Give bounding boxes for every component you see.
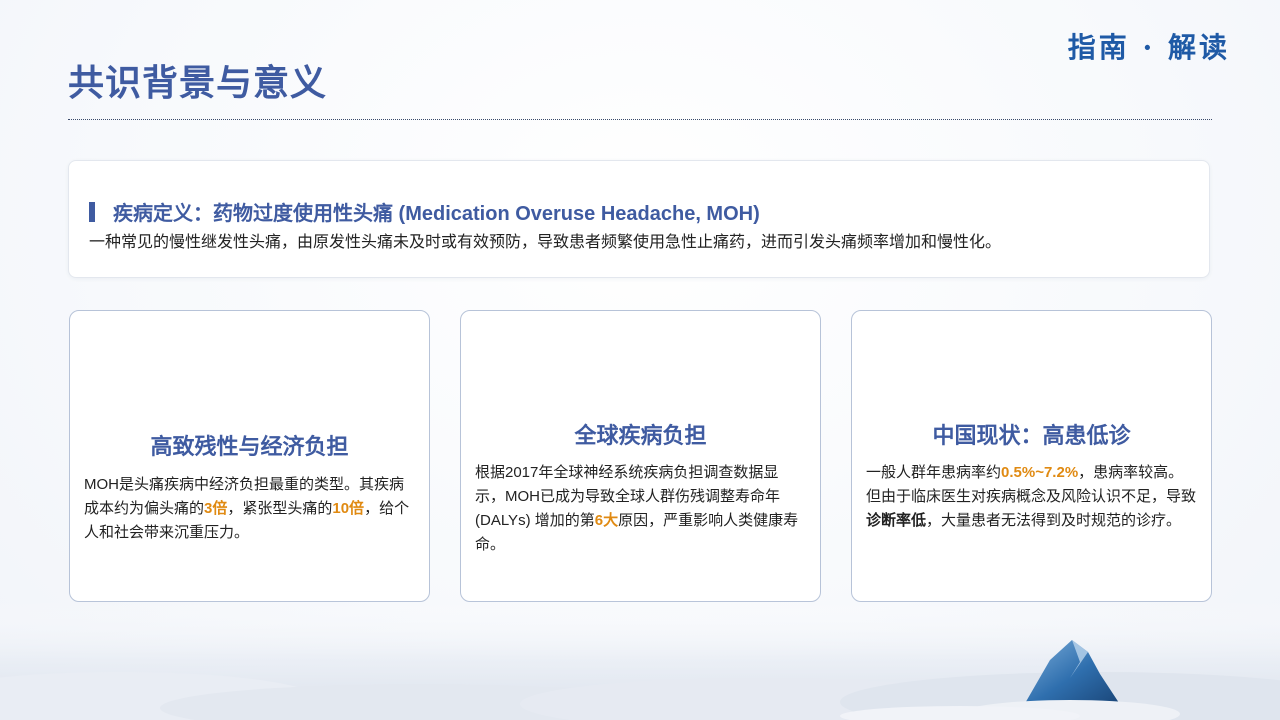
card-china-status: 中国现状：高患低诊 一般人群年患病率约0.5%~7.2%，患病率较高。但由于临床… (851, 310, 1212, 602)
card-highlight: 诊断率低 (866, 512, 927, 529)
card-highlight: 0.5%~7.2% (1001, 464, 1079, 481)
card-body-text: ，大量患者无法得到及时规范的诊疗。 (926, 512, 1182, 529)
card-title: 高致残性与经济负担 (150, 434, 349, 459)
card-disability-burden: 高致残性与经济负担 MOH是头痛疾病中经济负担最重的类型。其疾病成本约为偏头痛的… (69, 310, 430, 602)
card-title: 全球疾病负担 (574, 423, 707, 448)
definition-heading: 疾病定义：药物过度使用性头痛 (Medication Overuse Heada… (89, 197, 760, 226)
brand-logo-text: 指南 · 解读 (1067, 31, 1230, 64)
definition-text: 一种常见的慢性继发性头痛，由原发性头痛未及时或有效预防，导致患者频繁使用急性止痛… (89, 234, 1002, 251)
definition-box: 疾病定义：药物过度使用性头痛 (Medication Overuse Heada… (68, 160, 1210, 278)
card-highlight: 6大 (594, 512, 619, 529)
card-highlight: 3倍 (204, 500, 228, 517)
card-global-burden: 全球疾病负担 根据2017年全球神经系统疾病负担调查数据显示，MOH已成为导致全… (460, 310, 821, 602)
cloud-sea-illustration (0, 600, 1280, 720)
card-body-text: ，紧张型头痛的 (227, 500, 333, 517)
card-body-text: 一般人群年患病率约 (866, 464, 1002, 481)
card-body: 根据2017年全球神经系统疾病负担调查数据显示，MOH已成为导致全球人群伤残调整… (475, 461, 806, 557)
slide: 共识背景与意义 指南 · 解读 疾病定义：药物过度使用性头痛 (Medicati… (0, 0, 1280, 720)
definition-heading-text: 疾病定义：药物过度使用性头痛 (Medication Overuse Heada… (113, 203, 760, 225)
card-highlight: 10倍 (332, 500, 365, 517)
card-body: 一般人群年患病率约0.5%~7.2%，患病率较高。但由于临床医生对疾病概念及风险… (866, 461, 1197, 533)
card-title: 中国现状：高患低诊 (932, 423, 1131, 448)
card-body: MOH是头痛疾病中经济负担最重的类型。其疾病成本约为偏头痛的3倍，紧张型头痛的1… (84, 473, 415, 545)
page-title: 共识背景与意义 (68, 62, 328, 103)
title-divider (68, 119, 1212, 120)
bar-marker-icon (89, 201, 95, 222)
